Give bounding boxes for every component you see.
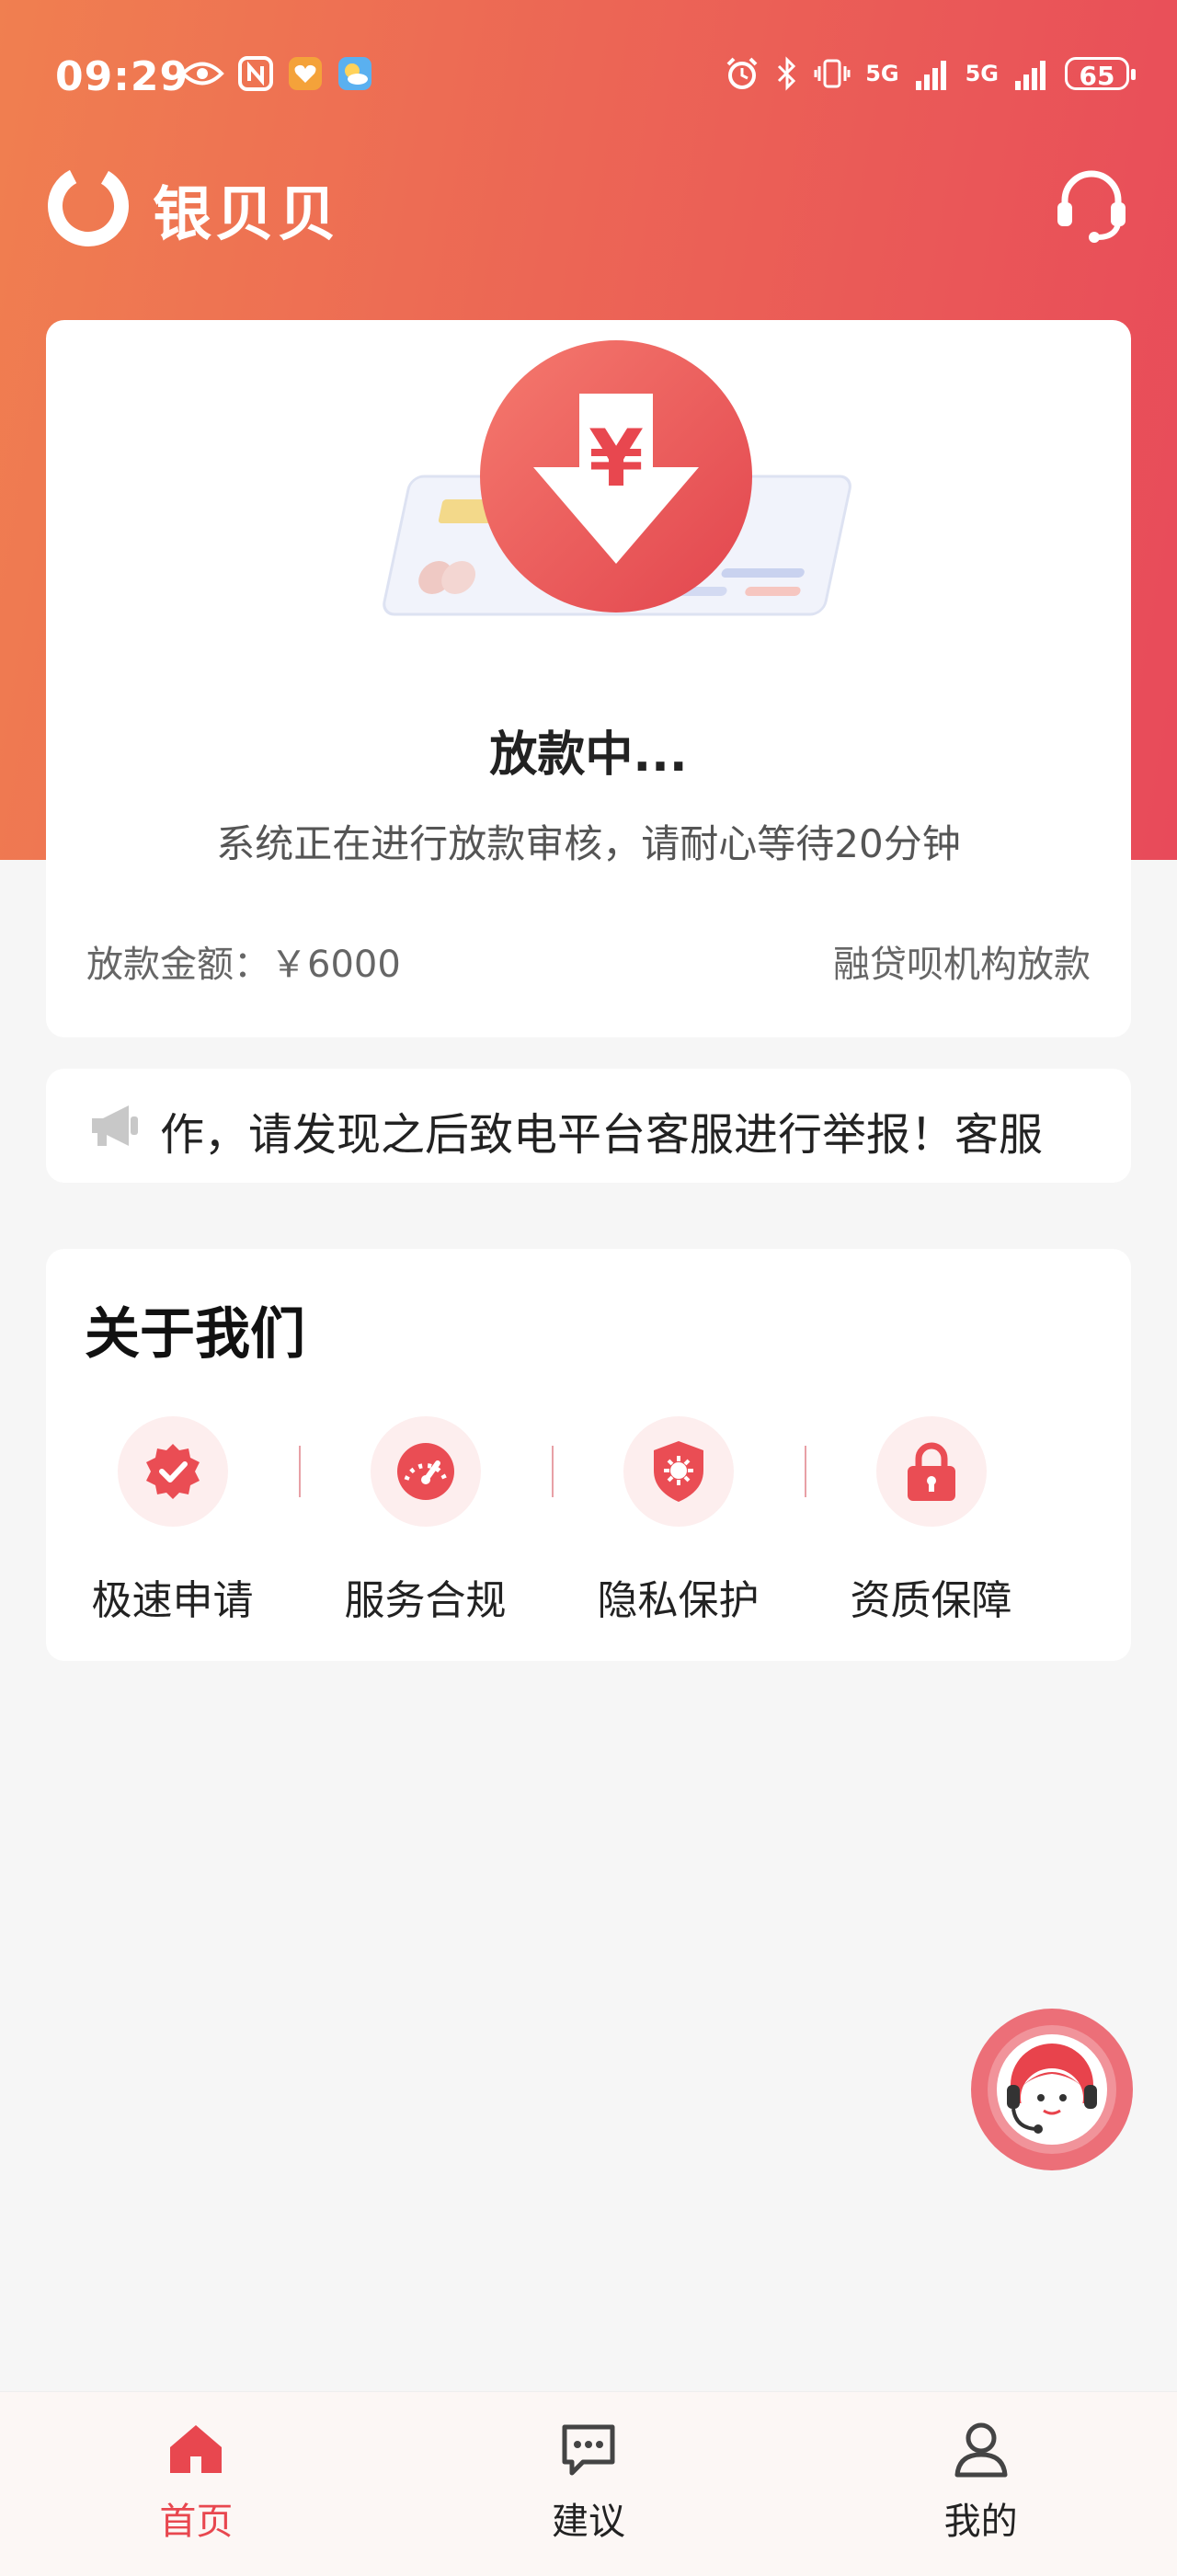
- health-app-icon: [289, 57, 322, 90]
- feature-label: 极速申请: [91, 1577, 254, 1624]
- user-icon: [954, 2422, 1008, 2478]
- feature-qualification[interactable]: 资质保障: [805, 1416, 1057, 1626]
- feature-list: 极速申请 服务合规 隐私保护 资质保障: [46, 1416, 1131, 1626]
- battery-indicator: 65: [1065, 57, 1136, 91]
- payout-illustration: ¥: [383, 340, 851, 616]
- signal-label-1: 5G: [865, 61, 899, 86]
- signal-icon-2: [1015, 61, 1046, 90]
- app-logo-icon: [48, 166, 129, 246]
- headset-icon[interactable]: [1050, 164, 1133, 246]
- eye-icon: [180, 62, 224, 86]
- feature-divider: [299, 1446, 301, 1497]
- nav-label: 我的: [943, 2501, 1018, 2543]
- feature-label: 服务合规: [344, 1577, 507, 1624]
- feature-icon-wrap: [117, 1416, 228, 1527]
- badge-check-icon: [145, 1444, 200, 1499]
- bottom-nav: 首页 建议 我的: [0, 2391, 1177, 2576]
- feature-divider: [805, 1446, 806, 1497]
- feature-label: 资质保障: [850, 1577, 1012, 1624]
- feature-privacy[interactable]: 隐私保护: [552, 1416, 805, 1626]
- notice-bar[interactable]: 作，请发现之后致电平台客服进行举报！客服: [46, 1069, 1131, 1183]
- status-title: 放款中...: [489, 727, 688, 783]
- customer-service-float-button[interactable]: [971, 2009, 1133, 2170]
- status-description: 系统正在进行放款审核，请耐心等待20分钟: [216, 821, 961, 866]
- about-us-section: 关于我们 极速申请 服务合规 隐私保护 资质保障: [46, 1249, 1131, 1661]
- feature-icon-wrap: [623, 1416, 734, 1527]
- feature-fast-apply[interactable]: 极速申请: [46, 1416, 299, 1626]
- app-name: 银贝贝: [153, 181, 340, 249]
- alarm-icon: [726, 57, 758, 89]
- nav-item-suggestion[interactable]: 建议: [393, 2392, 785, 2576]
- speedometer-icon: [396, 1443, 454, 1500]
- feature-divider: [552, 1446, 554, 1497]
- about-title: 关于我们: [85, 1302, 305, 1367]
- feature-compliance[interactable]: 服务合规: [299, 1416, 552, 1626]
- nav-label: 首页: [159, 2501, 234, 2543]
- status-left-icons: [180, 55, 373, 92]
- amount-label: 放款金额：: [86, 944, 270, 986]
- vibrate-icon: [814, 59, 851, 88]
- feature-icon-wrap: [370, 1416, 481, 1527]
- loan-status-card: ¥ 放款中... 系统正在进行放款审核，请耐心等待20分钟 放款金额：￥6000…: [46, 320, 1131, 1037]
- home-icon: [170, 2425, 223, 2473]
- nfc-icon: [238, 56, 273, 91]
- feature-icon-wrap: [875, 1416, 987, 1527]
- signal-icon: [915, 61, 946, 90]
- lock-icon: [907, 1442, 955, 1501]
- app-header: 银贝贝: [0, 156, 1177, 258]
- status-time: 09:29: [55, 53, 189, 100]
- amount-value: ￥6000: [270, 944, 401, 986]
- nav-item-home[interactable]: 首页: [0, 2392, 393, 2576]
- nav-label: 建议: [552, 2501, 625, 2543]
- signal-label-2: 5G: [965, 61, 999, 86]
- amount-row: 放款金额：￥6000 融贷呗机构放款: [86, 934, 1091, 988]
- chat-icon: [562, 2424, 615, 2476]
- status-right-icons: 5G 5G 65: [724, 55, 1136, 92]
- lender-name: 融贷呗机构放款: [833, 944, 1091, 986]
- feature-label: 隐私保护: [597, 1577, 760, 1624]
- nav-item-mine[interactable]: 我的: [784, 2392, 1177, 2576]
- agent-avatar-icon: [988, 2025, 1116, 2154]
- weather-app-icon: [338, 57, 371, 90]
- status-bar: 09:29 5G 5G 65: [0, 0, 1177, 156]
- bluetooth-icon: [778, 56, 796, 91]
- svg-text:¥: ¥: [588, 413, 644, 505]
- amount-group: 放款金额：￥6000: [86, 934, 401, 988]
- megaphone-icon: [92, 1105, 138, 1146]
- notice-text: 作，请发现之后致电平台客服进行举报！客服: [160, 1109, 1044, 1161]
- shield-icon: [653, 1441, 703, 1502]
